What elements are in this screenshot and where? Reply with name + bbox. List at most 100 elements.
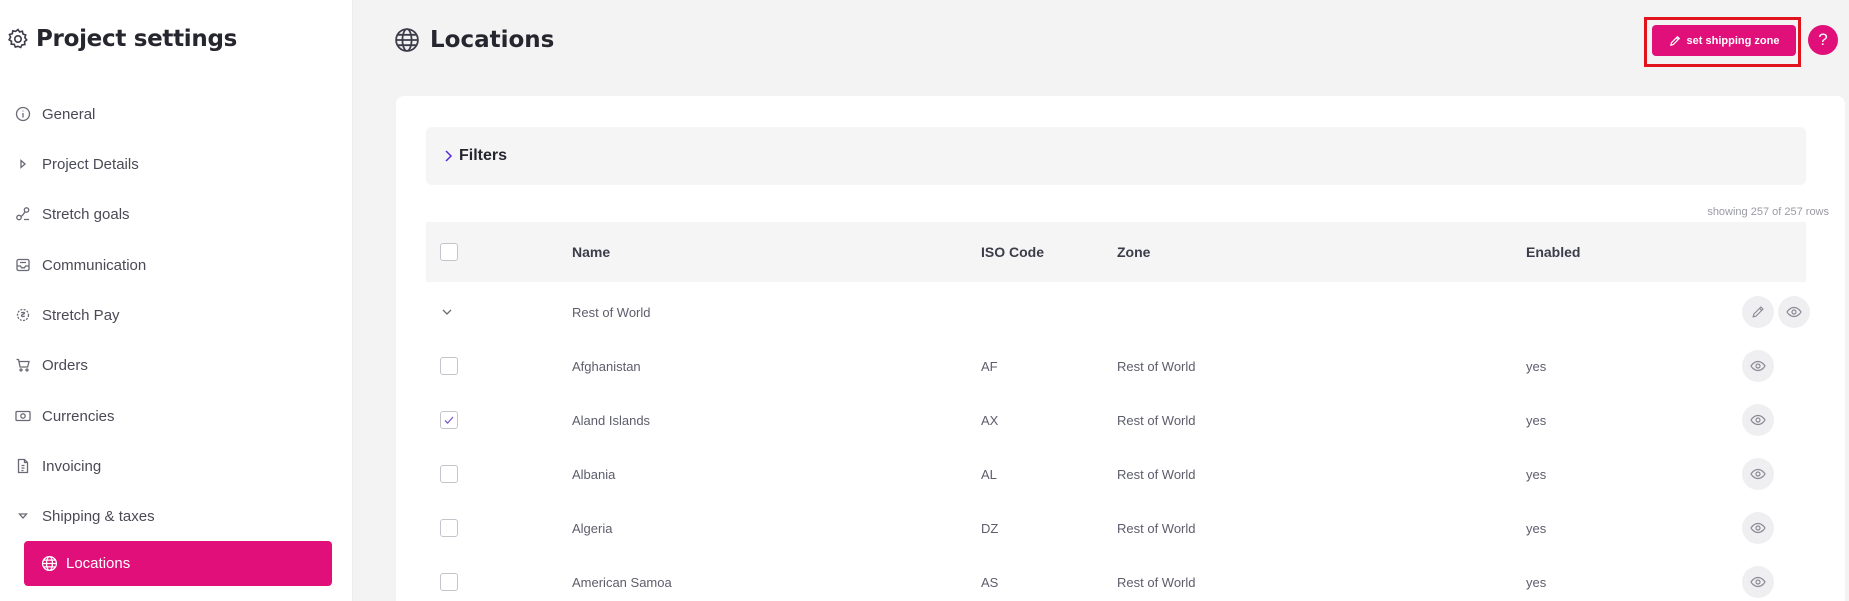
- view-group-button[interactable]: [1778, 296, 1810, 328]
- check-icon: [443, 414, 455, 426]
- sidebar-item-label: Communication: [42, 256, 147, 274]
- sidebar-item-label: Invoicing: [42, 457, 102, 475]
- column-header-enabled[interactable]: Enabled: [1526, 222, 1580, 282]
- sidebar-item-project-details[interactable]: Project Details: [0, 144, 353, 184]
- cell-zone: Rest of World: [1117, 412, 1196, 428]
- caret-down-icon: [15, 508, 31, 524]
- cell-enabled: yes: [1526, 412, 1547, 428]
- eye-icon: [1786, 304, 1802, 320]
- globe-icon: [394, 27, 420, 53]
- stretch-pay-icon: [15, 307, 31, 323]
- sidebar-item-label: Shipping & taxes: [42, 507, 155, 525]
- cell-iso: AX: [981, 412, 999, 428]
- sidebar-item-label: Stretch goals: [42, 205, 130, 223]
- view-row-button[interactable]: [1742, 458, 1774, 490]
- sidebar-item-currencies[interactable]: Currencies: [0, 396, 353, 436]
- info-icon: [15, 106, 31, 122]
- row-checkbox[interactable]: [440, 519, 458, 537]
- sidebar-item-label: General: [42, 105, 96, 123]
- stretch-goals-icon: [15, 206, 31, 222]
- sidebar-item-stretch-pay[interactable]: Stretch Pay: [0, 295, 353, 335]
- cell-iso: AS: [981, 574, 999, 590]
- table-header: Name ISO Code Zone Enabled: [426, 222, 1806, 282]
- select-all-checkbox[interactable]: [440, 243, 458, 261]
- cell-name: American Samoa: [572, 574, 672, 590]
- eye-icon: [1750, 412, 1766, 428]
- cell-iso: DZ: [981, 520, 999, 536]
- cell-name: Aland Islands: [572, 412, 651, 428]
- inbox-icon: [15, 257, 31, 273]
- view-row-button[interactable]: [1742, 350, 1774, 382]
- help-button[interactable]: ?: [1808, 25, 1838, 55]
- sidebar-item-label: Currencies: [42, 407, 115, 425]
- cell-iso: AF: [981, 358, 998, 374]
- cell-zone: Rest of World: [1117, 358, 1196, 374]
- cell-zone: Rest of World: [1117, 520, 1196, 536]
- cell-iso: AL: [981, 466, 997, 482]
- eye-icon: [1750, 574, 1766, 590]
- table-row: American Samoa AS Rest of World yes: [426, 555, 1806, 601]
- page-header: Locations: [394, 27, 554, 53]
- locations-card: Filters showing 257 of 257 rows Name ISO…: [396, 96, 1845, 601]
- set-shipping-zone-button[interactable]: set shipping zone: [1652, 25, 1796, 56]
- sidebar-item-label: Stretch Pay: [42, 306, 120, 324]
- caret-right-icon: [15, 156, 31, 172]
- sidebar-item-label: Project Details: [42, 155, 139, 173]
- table-row: Algeria DZ Rest of World yes: [426, 501, 1806, 555]
- filters-label: Filters: [459, 147, 508, 164]
- eye-icon: [1750, 520, 1766, 536]
- invoice-icon: [15, 458, 31, 474]
- row-checkbox[interactable]: [440, 411, 458, 429]
- sidebar-item-label: Locations: [66, 555, 131, 572]
- column-header-iso[interactable]: ISO Code: [981, 222, 1044, 282]
- cell-name: Algeria: [572, 520, 613, 536]
- cell-zone: Rest of World: [1117, 466, 1196, 482]
- row-checkbox[interactable]: [440, 573, 458, 591]
- view-row-button[interactable]: [1742, 512, 1774, 544]
- sidebar-item-orders[interactable]: Orders: [0, 345, 353, 385]
- row-checkbox[interactable]: [440, 465, 458, 483]
- group-row: Rest of World: [426, 285, 1810, 339]
- chevron-right-icon: [443, 149, 453, 163]
- eye-icon: [1750, 358, 1766, 374]
- page-title: Locations: [430, 27, 555, 53]
- sidebar-item-communication[interactable]: Communication: [0, 245, 353, 285]
- sidebar-item-general[interactable]: General: [0, 94, 353, 134]
- cell-enabled: yes: [1526, 520, 1547, 536]
- table-row: Albania AL Rest of World yes: [426, 447, 1806, 501]
- sidebar-item-label: Orders: [42, 356, 88, 374]
- chevron-down-icon[interactable]: [440, 305, 454, 319]
- set-shipping-zone-label: set shipping zone: [1686, 34, 1780, 47]
- sidebar-item-shipping-taxes[interactable]: Shipping & taxes: [0, 496, 353, 536]
- table-row: Aland Islands AX Rest of World yes: [426, 393, 1806, 447]
- group-name: Rest of World: [572, 304, 651, 320]
- sidebar-item-invoicing[interactable]: Invoicing: [0, 446, 353, 486]
- cell-enabled: yes: [1526, 358, 1547, 374]
- rows-count: showing 257 of 257 rows: [1707, 206, 1829, 218]
- globe-icon: [41, 555, 58, 572]
- view-row-button[interactable]: [1742, 566, 1774, 598]
- sidebar-header: Project settings: [6, 26, 237, 52]
- cell-name: Afghanistan: [572, 358, 641, 374]
- cell-enabled: yes: [1526, 574, 1547, 590]
- view-row-button[interactable]: [1742, 404, 1774, 436]
- sidebar-title: Project settings: [36, 26, 238, 52]
- cart-icon: [15, 357, 31, 373]
- sidebar: Project settings General Project Details…: [0, 0, 353, 601]
- column-header-name[interactable]: Name: [572, 222, 610, 282]
- banknote-icon: [15, 408, 31, 424]
- table-row: Afghanistan AF Rest of World yes: [426, 339, 1806, 393]
- cell-name: Albania: [572, 466, 616, 482]
- pencil-icon: [1669, 35, 1681, 47]
- edit-group-button[interactable]: [1742, 296, 1774, 328]
- sidebar-item-locations[interactable]: Locations: [24, 541, 332, 586]
- cell-zone: Rest of World: [1117, 574, 1196, 590]
- sidebar-item-stretch-goals[interactable]: Stretch goals: [0, 194, 353, 234]
- column-header-zone[interactable]: Zone: [1117, 222, 1150, 282]
- pencil-icon: [1751, 305, 1765, 319]
- gear-icon: [6, 27, 30, 51]
- filters-toggle[interactable]: Filters: [426, 127, 1806, 185]
- eye-icon: [1750, 466, 1766, 482]
- row-checkbox[interactable]: [440, 357, 458, 375]
- cell-enabled: yes: [1526, 466, 1547, 482]
